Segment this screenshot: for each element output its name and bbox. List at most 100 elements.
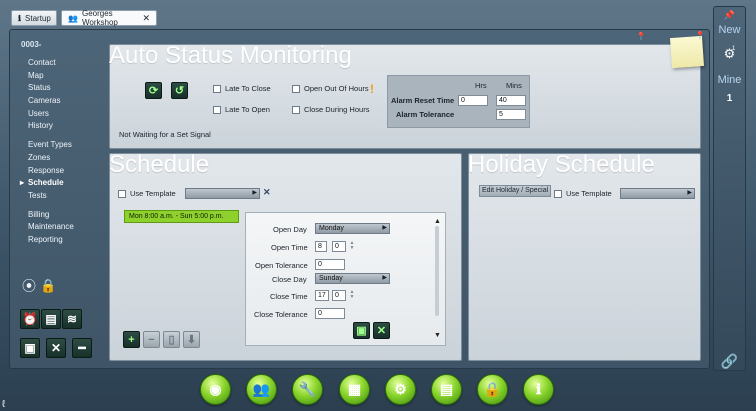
- scrollbar[interactable]: [435, 226, 439, 316]
- wireless-icon[interactable]: ≋: [62, 309, 82, 329]
- scroll-down-icon[interactable]: ▼: [434, 332, 441, 339]
- late-to-open-checkbox[interactable]: Late To Open: [213, 105, 270, 114]
- nav-item-tests[interactable]: Tests: [21, 190, 111, 203]
- close-time-min-input[interactable]: 0: [332, 290, 346, 301]
- dock-lock-icon[interactable]: 🔒: [477, 374, 508, 405]
- close-tolerance-label: Close Tolerance: [254, 310, 308, 319]
- nav-item-status[interactable]: Status: [21, 82, 111, 95]
- close-tolerance-input[interactable]: 0: [315, 308, 345, 319]
- tab-label: Georges Workshop: [81, 9, 118, 27]
- checkbox-box[interactable]: [292, 84, 300, 93]
- nav-item-schedule[interactable]: Schedule: [20, 177, 111, 190]
- document-icon[interactable]: ▤: [41, 309, 61, 329]
- add-icon[interactable]: +: [123, 331, 140, 348]
- alarm-reset-hrs-input[interactable]: 0: [458, 95, 488, 106]
- schedule-entry[interactable]: Mon 8:00 a.m. - Sun 5:00 p.m.: [124, 210, 239, 223]
- signal-icon[interactable]: ⦿: [22, 276, 36, 296]
- link-icon[interactable]: 🔗: [714, 353, 745, 370]
- right-strip: 📌 New ⚙ 1 Mine 1 🔗: [713, 6, 746, 371]
- close-time-label: Close Time: [270, 292, 308, 301]
- settings-icon[interactable]: ⚙: [714, 46, 745, 62]
- close-time-hour-input[interactable]: 17: [315, 290, 329, 301]
- account-number: 0003-: [21, 40, 42, 49]
- save-schedule-icon[interactable]: ▣: [353, 322, 370, 339]
- open-out-of-hours-checkbox[interactable]: Open Out Of Hours: [292, 84, 369, 93]
- cancel-schedule-icon[interactable]: ✕: [373, 322, 390, 339]
- dock-settings-icon[interactable]: ⚙: [385, 374, 416, 405]
- people-icon: 👥: [68, 13, 78, 23]
- open-time-hour-input[interactable]: 8: [315, 241, 327, 252]
- tab-georges-workshop[interactable]: 👥 Georges Workshop ✕: [61, 9, 157, 27]
- checkbox-box[interactable]: [213, 105, 221, 114]
- nav-item-map[interactable]: Map: [21, 70, 111, 83]
- checkbox-box[interactable]: [292, 105, 300, 114]
- dock-info-icon[interactable]: ℹ: [523, 374, 554, 405]
- cancel-icon[interactable]: ✕: [46, 338, 66, 358]
- info-icon: ℹ: [18, 13, 22, 23]
- close-during-hours-checkbox[interactable]: Close During Hours: [292, 105, 369, 114]
- save-icon[interactable]: ▣: [20, 338, 40, 358]
- reset-icon[interactable]: ↺: [171, 82, 188, 99]
- open-time-min-input[interactable]: 0: [332, 241, 346, 252]
- dock-signal-icon[interactable]: ◉: [200, 374, 231, 405]
- nav-item-users[interactable]: Users: [21, 108, 111, 121]
- template-select[interactable]: [185, 188, 260, 199]
- scroll-up-icon[interactable]: ▲: [434, 218, 441, 225]
- late-to-close-label: Late To Close: [225, 84, 271, 93]
- open-out-of-hours-label: Open Out Of Hours: [304, 84, 369, 93]
- open-time-label: Open Time: [271, 243, 308, 252]
- late-to-close-checkbox[interactable]: Late To Close: [213, 84, 271, 93]
- open-day-select[interactable]: Monday: [315, 223, 390, 234]
- settings-badge: 1: [732, 46, 736, 52]
- holiday-title: Holiday Schedule: [468, 151, 655, 178]
- nav-item-contact[interactable]: Contact: [21, 57, 111, 70]
- open-time-spinner[interactable]: ▲ ▼: [348, 241, 356, 252]
- open-tolerance-input[interactable]: 0: [315, 259, 345, 270]
- close-tab-icon[interactable]: ✕: [142, 13, 150, 24]
- alarm-clock-icon[interactable]: ⏰: [20, 309, 40, 329]
- copy-icon[interactable]: ▯: [163, 331, 180, 348]
- dock-users-icon[interactable]: 👥: [246, 374, 277, 405]
- clear-template-icon[interactable]: ✕: [263, 187, 271, 198]
- checkbox-box[interactable]: [554, 189, 562, 198]
- nav-item-response[interactable]: Response: [21, 165, 111, 178]
- move-down-icon[interactable]: ⬇: [183, 331, 200, 348]
- nav-item-zones[interactable]: Zones: [21, 152, 111, 165]
- close-time-spinner[interactable]: ▲ ▼: [348, 290, 356, 301]
- checkbox-box[interactable]: [213, 84, 221, 93]
- remove-icon[interactable]: ━: [72, 338, 92, 358]
- holiday-use-template-checkbox[interactable]: Use Template: [554, 189, 612, 198]
- nav-item-history[interactable]: History: [21, 120, 111, 133]
- tab-startup[interactable]: ℹ Startup: [11, 10, 57, 26]
- schedule-title: Schedule: [109, 151, 210, 178]
- close-day-select[interactable]: Sunday: [315, 273, 390, 284]
- use-template-checkbox[interactable]: Use Template: [118, 189, 176, 198]
- pin-icon: 📍: [636, 32, 646, 41]
- nav-item-reporting[interactable]: Reporting: [21, 234, 111, 247]
- remove-entry-icon[interactable]: −: [143, 331, 160, 348]
- nav-item-cameras[interactable]: Cameras: [21, 95, 111, 108]
- alarm-tolerance-label: Alarm Tolerance: [396, 110, 455, 119]
- alarm-reset-mins-input[interactable]: 40: [496, 95, 526, 106]
- side-nav: 0003- Contact Map Status Cameras Users H…: [20, 40, 111, 247]
- nav-item-billing[interactable]: Billing: [21, 209, 111, 222]
- mine-label[interactable]: Mine: [714, 74, 745, 86]
- signal-refresh-icon[interactable]: ⟳: [145, 82, 162, 99]
- alarm-tolerance-input[interactable]: 5: [496, 109, 526, 120]
- close-during-hours-label: Close During Hours: [304, 105, 370, 114]
- dock-wrench-icon[interactable]: 🔧: [292, 374, 323, 405]
- status-text: Not Waiting for a Set Signal: [119, 130, 211, 139]
- corner-link-icon[interactable]: ℓ: [2, 399, 5, 410]
- nav-item-maintenance[interactable]: Maintenance: [21, 221, 111, 234]
- mins-header: Mins: [506, 81, 522, 90]
- dock-calculator-icon[interactable]: ▦: [339, 374, 370, 405]
- lock-icon[interactable]: 🔒: [40, 278, 56, 294]
- pin-top-icon[interactable]: 📌: [714, 10, 745, 21]
- dock-document-icon[interactable]: ▤: [431, 374, 462, 405]
- holiday-template-select[interactable]: [620, 188, 695, 199]
- nav-item-event-types[interactable]: Event Types: [21, 139, 111, 152]
- edit-holiday-button[interactable]: Edit Holiday / Special: [479, 185, 551, 197]
- checkbox-box[interactable]: [118, 189, 126, 198]
- new-label[interactable]: New: [714, 24, 745, 36]
- sticky-note[interactable]: [669, 35, 705, 69]
